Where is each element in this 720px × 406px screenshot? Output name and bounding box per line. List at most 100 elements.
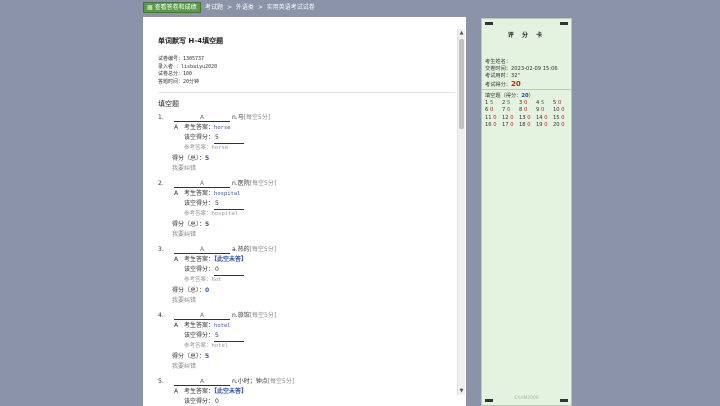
question-item: 1. An.马[每空5分] A 考生答案：horse 该空得分：5 参考答案：horse 得…: [158, 113, 455, 174]
divider: [482, 89, 571, 90]
reference-answer-row: 参考答案：horse: [184, 145, 229, 151]
answer-blank: A: [174, 113, 230, 122]
question-stem: 3. Aa.热的[每空5分]: [158, 245, 455, 255]
reference-answer-row: 参考答案：hotel: [184, 343, 229, 349]
answer-blank: A: [174, 311, 230, 320]
total-score-row: 得分（总）：0: [172, 287, 210, 294]
paper-duration: 答题时间：20分钟: [158, 78, 200, 85]
reference-answer: hospital: [211, 211, 239, 217]
question-score-cell[interactable]: 17 0: [502, 122, 519, 129]
blank-score-row: 该空得分：5: [158, 199, 455, 210]
question-item: 4. An.旅馆[每空5分] A 考生答案：hotel 该空得分：5 参考答案：hotel…: [158, 311, 455, 372]
question-score-cell[interactable]: 15 0: [553, 115, 570, 122]
question-score-cell[interactable]: 2 5: [502, 100, 519, 107]
answer-blank: A: [174, 245, 230, 254]
question-prompt: a.热的: [232, 246, 250, 253]
card-clip-icon: [560, 22, 568, 25]
scroll-thumb[interactable]: [459, 39, 464, 129]
question-number: 3.: [158, 246, 164, 253]
student-answer: horse: [214, 125, 231, 131]
student-answer: 【此空未答】: [214, 256, 248, 263]
total-score: 5: [205, 155, 210, 162]
breadcrumb-separator: >: [226, 4, 232, 11]
question-score-cell[interactable]: 6 0: [485, 107, 502, 114]
breadcrumb-item-language[interactable]: 外语类: [236, 4, 254, 11]
grid-icon: ▦: [147, 4, 153, 11]
score-hint: [每空5分]: [267, 378, 295, 385]
total-score-row: 得分（总）：5: [172, 353, 210, 360]
blank-score-row: 该空得分：5: [158, 331, 455, 342]
question-item: 2. An.医院[每空5分] A 考生答案：hospital 该空得分：5 参考答案：ho…: [158, 179, 455, 240]
scroll-up-icon[interactable]: ▲: [458, 29, 465, 37]
question-list: 1. An.马[每空5分] A 考生答案：horse 该空得分：5 参考答案：horse 得…: [158, 113, 455, 406]
score-row: 考试得分：20: [485, 79, 521, 88]
question-stem: 4. An.旅馆[每空5分]: [158, 311, 455, 321]
section-title: 填空题: [158, 100, 179, 108]
question-stem: 5. An.小时；钟点[每空5分]: [158, 377, 455, 387]
paper-author: 录入者 ：lisbaiyu2020: [158, 63, 218, 70]
question-score-cell[interactable]: 20 0: [553, 122, 570, 129]
reference-answer: hotel: [211, 343, 229, 349]
breadcrumb-separator: >: [257, 4, 263, 11]
question-score-cell[interactable]: 1 5: [485, 100, 502, 107]
question-score-cell[interactable]: 9 0: [536, 107, 553, 114]
total-score-row: 得分（总）：5: [172, 155, 210, 162]
question-score-cell[interactable]: 12 0: [502, 115, 519, 122]
paper-scrollbar[interactable]: ▲ ▼: [457, 29, 465, 395]
watermark: EXAM2000: [514, 396, 539, 401]
total-score: 5: [205, 353, 210, 360]
student-answer: hotel: [214, 323, 231, 329]
paper-total: 试卷总分：100: [158, 71, 193, 77]
student-answer: hospital: [214, 191, 241, 197]
question-item: 3. Aa.热的[每空5分] A 考生答案：【此空未答】 该空得分：0 参考答案：hot 得…: [158, 245, 455, 306]
report-error-link[interactable]: 我要纠错: [158, 164, 455, 174]
student-answer-row: A 考生答案：【此空未答】: [174, 388, 248, 395]
question-number: 1.: [158, 114, 164, 121]
question-score-cell[interactable]: 18 0: [519, 122, 536, 129]
report-error-link[interactable]: 我要纠错: [158, 296, 455, 306]
question-number: 4.: [158, 312, 164, 319]
score-hint: [每空5分]: [249, 246, 277, 253]
reference-answer-row: 参考答案：hot: [184, 277, 222, 283]
view-answers-button[interactable]: ▦ 查看答卷和成绩: [143, 2, 201, 13]
question-score-cell[interactable]: 3 0: [519, 100, 536, 107]
question-score-cell[interactable]: 16 0: [485, 122, 502, 129]
question-number: 2.: [158, 180, 164, 187]
question-score-cell[interactable]: 19 0: [536, 122, 553, 129]
exam-score: 20: [510, 79, 521, 88]
breadcrumb-item-paper[interactable]: 实用英语考试试卷: [267, 4, 315, 11]
reference-answer: hot: [211, 277, 222, 283]
score-card-title: 评 分 卡: [507, 32, 546, 39]
question-score-cell[interactable]: 13 0: [519, 115, 536, 122]
question-prompt: n.小时；钟点: [232, 378, 268, 385]
report-error-link[interactable]: 我要纠错: [158, 230, 455, 240]
question-stem: 2. An.医院[每空5分]: [158, 179, 455, 189]
score-hint: [每空5分]: [249, 312, 277, 319]
question-prompt: n.旅馆: [232, 312, 250, 319]
score-hint: [每空5分]: [243, 114, 271, 121]
student-answer-row: A 考生答案：hotel: [174, 322, 231, 329]
paper-info: 试卷编号：1305737 录入者 ：lisbaiyu2020 试卷总分：100 …: [158, 56, 455, 86]
duration-row: 考试用时：32": [485, 73, 520, 80]
question-item: 5. An.小时；钟点[每空5分] A 考生答案：【此空未答】 该空得分：0: [158, 377, 455, 406]
question-score-cell[interactable]: 10 0: [553, 107, 570, 114]
question-score-cell[interactable]: 8 0: [519, 107, 536, 114]
student-answer-row: A 考生答案：hospital: [174, 190, 241, 197]
question-score-cell[interactable]: 11 0: [485, 115, 502, 122]
top-bar: ▦ 查看答卷和成绩 考试题 > 外语类 > 实用英语考试试卷: [0, 0, 720, 15]
blank-score: 0: [214, 397, 244, 406]
card-clip-icon: [560, 399, 568, 402]
question-score-grid: 1 52 53 04 55 06 07 08 09 0 10 0 11 0 12 01…: [485, 100, 571, 129]
scroll-down-icon[interactable]: ▼: [458, 387, 465, 395]
breadcrumb-item-exams[interactable]: 考试题: [205, 4, 223, 11]
question-score-cell[interactable]: 5 0: [553, 100, 570, 107]
total-score-row: 得分（总）：5: [172, 221, 210, 228]
question-score-cell[interactable]: 7 0: [502, 107, 519, 114]
report-error-link[interactable]: 我要纠错: [158, 362, 455, 372]
answer-blank: A: [174, 377, 230, 386]
question-score-cell[interactable]: 14 0: [536, 115, 553, 122]
student-answer: 【此空未答】: [214, 388, 248, 395]
question-score-cell[interactable]: 4 5: [536, 100, 553, 107]
fill-section-score: 填空题（得分：20）: [485, 93, 534, 99]
paper-content: 单词默写 H-4填空题 试卷编号：1305737 录入者 ：lisbaiyu20…: [158, 36, 455, 406]
